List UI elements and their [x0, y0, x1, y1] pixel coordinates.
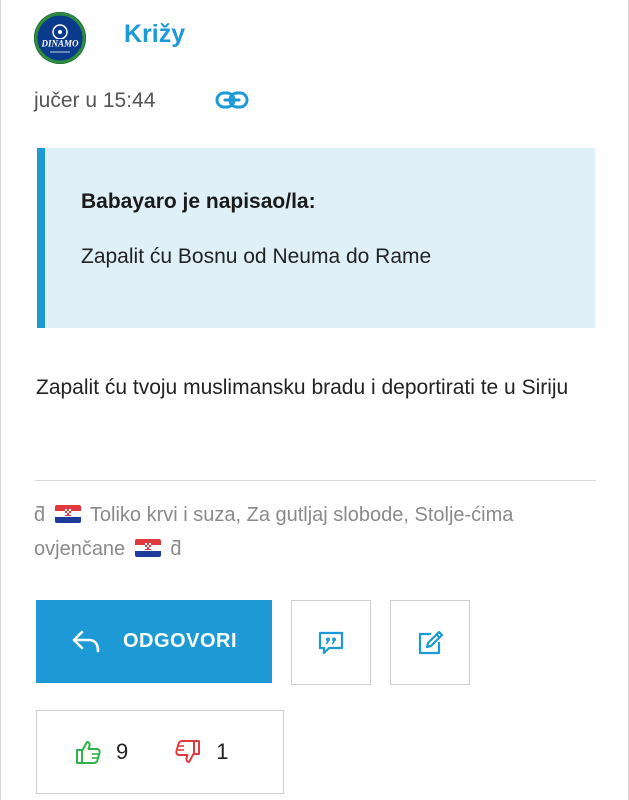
- signature-mark: ƌ: [170, 538, 182, 560]
- quote-author: Babayaro je napisao/la:: [81, 190, 316, 213]
- link-icon[interactable]: [214, 88, 250, 112]
- forum-post: DINAMO Križy jučer u 15:44 Babayaro je n…: [0, 0, 629, 800]
- thumbs-down-icon: [175, 740, 201, 763]
- quote-block: Babayaro je napisao/la: Zapalit ću Bosnu…: [37, 148, 595, 328]
- thumbs-up-icon: [76, 741, 101, 764]
- edit-icon: [418, 630, 444, 654]
- upvote-count: 9: [116, 739, 129, 764]
- vote-box: 9 1: [36, 710, 284, 794]
- signature-divider: [35, 480, 596, 481]
- downvote-button[interactable]: 1: [174, 738, 229, 766]
- post-body: Zapalit ću tvoju muslimansku bradu i dep…: [36, 376, 569, 399]
- quote-button[interactable]: [291, 600, 371, 685]
- quote-bubble-icon: [318, 631, 344, 654]
- post-timestamp: jučer u 15:44: [34, 89, 156, 112]
- post-author[interactable]: Križy: [124, 20, 185, 49]
- reply-button-label: ODGOVORI: [122, 630, 237, 652]
- croatia-flag-icon: [54, 505, 81, 523]
- signature: ƌ Toliko krvi i suza, Za gutljaj slobode…: [34, 498, 594, 566]
- reply-button[interactable]: ODGOVORI: [36, 600, 272, 683]
- upvote-button[interactable]: 9: [74, 738, 128, 766]
- dinamo-badge-icon: DINAMO: [34, 12, 86, 64]
- avatar-badge-text: DINAMO: [40, 39, 79, 49]
- downvote-count: 1: [216, 739, 229, 764]
- croatia-flag-icon: [134, 539, 161, 557]
- signature-text: Toliko krvi i suza, Za gutljaj slobode, …: [34, 504, 514, 560]
- reply-arrow-icon: [72, 630, 100, 652]
- quote-text: Zapalit ću Bosnu od Neuma do Rame: [81, 245, 432, 268]
- avatar[interactable]: DINAMO: [34, 12, 86, 64]
- signature-mark: ƌ: [34, 504, 46, 526]
- edit-button[interactable]: [390, 600, 470, 685]
